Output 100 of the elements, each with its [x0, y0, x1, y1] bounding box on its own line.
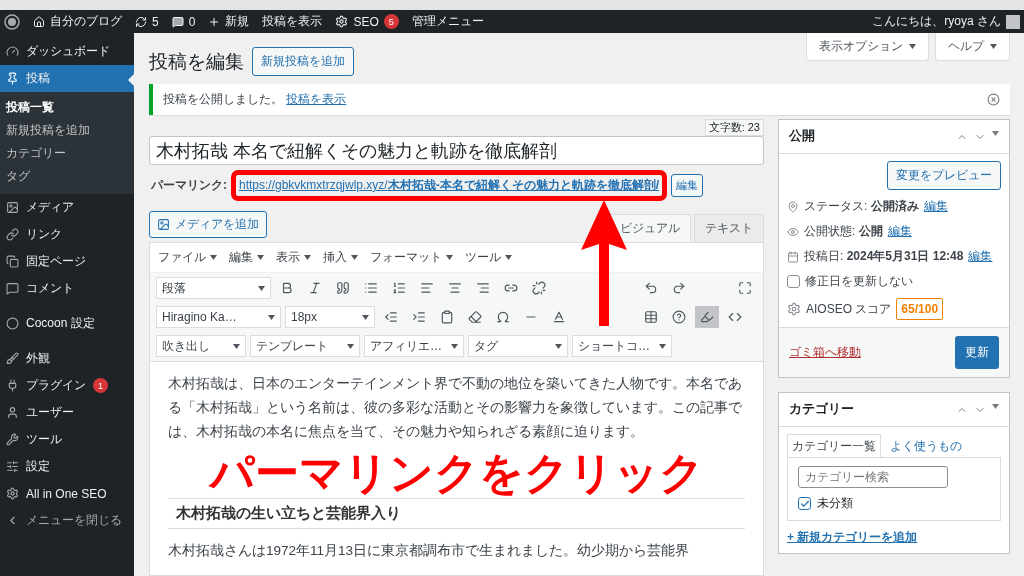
- caret-icon: [992, 403, 999, 409]
- collapse-menu-button[interactable]: メニューを閉じる: [0, 507, 134, 534]
- sliders-icon: [6, 460, 19, 473]
- caret-icon: [451, 343, 458, 349]
- menu-item[interactable]: フォーマット: [370, 249, 453, 266]
- seo-score-badge: 65/100: [896, 298, 944, 320]
- sidebar-item[interactable]: Cocoon 設定: [0, 310, 134, 337]
- home-icon: [33, 15, 45, 28]
- format-dropdown[interactable]: 吹き出し: [156, 335, 246, 357]
- media-icon: [6, 201, 19, 214]
- meta-text: ステータス: 公開済み: [804, 198, 919, 215]
- calendar-icon: [787, 250, 799, 263]
- refresh-icon: [135, 15, 147, 28]
- checkbox-label: 未分類: [817, 495, 853, 512]
- submenu-item[interactable]: タグ: [0, 165, 134, 188]
- view-post-link[interactable]: 投稿を表示: [262, 13, 323, 30]
- annotation-text: パーマリンクをクリック: [209, 448, 704, 498]
- word-count: 文字数: 23: [704, 119, 764, 136]
- preview-button[interactable]: 変更をプレビュー: [887, 161, 1001, 190]
- caret-icon: [909, 44, 916, 49]
- title-field[interactable]: 木村拓哉 本名で紐解くその魅力と軌跡を徹底解剖: [149, 136, 764, 165]
- sidebar-item[interactable]: 設定: [0, 453, 134, 480]
- caret-icon: [990, 44, 997, 49]
- site-link[interactable]: 自分のブログ: [33, 13, 122, 30]
- menu-item[interactable]: ファイル: [158, 249, 217, 266]
- sidebar-item[interactable]: メディア: [0, 194, 134, 221]
- format-dropdown[interactable]: テンプレート: [250, 335, 360, 357]
- gear-icon: [787, 302, 801, 316]
- format-dropdown[interactable]: アフィリエ…: [364, 335, 464, 357]
- sidebar-item[interactable]: リンク: [0, 221, 134, 248]
- caret-icon: [555, 343, 562, 349]
- format-dropdown[interactable]: タグ: [468, 335, 568, 357]
- menu-item[interactable]: 挿入: [323, 249, 358, 266]
- eye-icon: [787, 225, 799, 238]
- menu-item[interactable]: ツール: [465, 249, 512, 266]
- sidebar-item[interactable]: ユーザー: [0, 399, 134, 426]
- edit-link[interactable]: 編集: [923, 198, 948, 215]
- pin-icon: [787, 200, 799, 213]
- add-category-link[interactable]: + 新規カテゴリーを追加: [787, 529, 1001, 546]
- trash-link[interactable]: ゴミ箱へ移動: [789, 344, 861, 361]
- updates-link[interactable]: 5: [135, 14, 159, 29]
- format-dropdown[interactable]: 18px: [285, 306, 375, 328]
- caret-icon: [268, 314, 275, 320]
- greeting-link[interactable]: こんにちは、ryoya さん: [872, 13, 1020, 30]
- add-new-post-button[interactable]: 新規投稿を追加: [252, 47, 354, 76]
- new-link[interactable]: 新規: [208, 13, 250, 30]
- edit-link[interactable]: 編集: [887, 223, 912, 240]
- gear-icon: [335, 15, 349, 28]
- menu-item[interactable]: 表示: [276, 249, 311, 266]
- avatar-icon: [1006, 14, 1020, 29]
- caret-icon: [351, 255, 358, 260]
- help-tab[interactable]: ヘルプ: [935, 33, 1010, 61]
- comments-link[interactable]: 0: [171, 14, 196, 29]
- edit-permalink-button[interactable]: 編集: [671, 174, 704, 197]
- view-post-link[interactable]: 投稿を表示: [286, 92, 347, 106]
- editor-tab[interactable]: ビジュアル: [609, 214, 691, 242]
- submenu-item[interactable]: 新規投稿を追加: [0, 119, 134, 142]
- caret-icon: [257, 255, 264, 260]
- notification-badge: 5: [383, 14, 399, 29]
- wrench-icon: [6, 433, 19, 446]
- category-tab[interactable]: よく使うもの: [885, 434, 967, 458]
- screen-options-tab[interactable]: 表示オプション: [806, 33, 929, 61]
- sidebar-item[interactable]: All in One SEO: [0, 480, 134, 507]
- pin-icon: [6, 72, 19, 85]
- seo-link[interactable]: SEO 5: [335, 14, 399, 29]
- heading: 木村拓哉の生い立ちと芸能界入り: [168, 498, 745, 529]
- checkbox[interactable]: [787, 275, 800, 288]
- submenu-item[interactable]: カテゴリー: [0, 142, 134, 165]
- seo-score-label: AIOSEO スコア: [806, 300, 892, 318]
- user-icon: [6, 406, 19, 419]
- checkbox[interactable]: [798, 497, 811, 510]
- sidebar-item[interactable]: 固定ページ: [0, 248, 134, 275]
- admin-menu-link[interactable]: 管理メニュー: [411, 13, 484, 30]
- editor-tab[interactable]: テキスト: [694, 214, 764, 242]
- box-title: 公開: [789, 128, 815, 145]
- sidebar-item[interactable]: 投稿: [0, 65, 134, 92]
- sidebar-item[interactable]: ダッシュボード: [0, 38, 134, 65]
- notice-text: 投稿を公開しました。: [163, 92, 283, 106]
- category-search-field[interactable]: カテゴリー検索: [798, 466, 948, 488]
- highlight-icon[interactable]: [695, 306, 719, 328]
- caret-icon: [347, 343, 354, 349]
- update-button[interactable]: 更新: [955, 336, 999, 369]
- edit-link[interactable]: 編集: [968, 248, 993, 265]
- format-dropdown[interactable]: Hiragino Ka…: [156, 306, 281, 328]
- menu-item[interactable]: 編集: [229, 249, 264, 266]
- sidebar-item[interactable]: 外観: [0, 345, 134, 372]
- sidebar-item[interactable]: コメント: [0, 275, 134, 302]
- dismiss-icon[interactable]: [987, 93, 1000, 106]
- submenu-item[interactable]: 投稿一覧: [0, 96, 134, 119]
- format-dropdown[interactable]: 段落: [156, 277, 271, 299]
- sidebar-item[interactable]: プラグイン 1: [0, 372, 134, 399]
- category-tab[interactable]: カテゴリー一覧: [787, 434, 881, 458]
- caret-icon: [446, 255, 453, 260]
- check-icon: [799, 498, 810, 509]
- sidebar-item[interactable]: ツール: [0, 426, 134, 453]
- permalink-link[interactable]: https://gbkvkmxtrzqjwlp.xyz/木村拓哉-本名で紐解くその魅力と軌跡を徹底解剖/: [239, 177, 660, 194]
- caret-icon: [992, 130, 999, 136]
- format-dropdown[interactable]: ショートコ…: [572, 335, 672, 357]
- add-media-button[interactable]: メディアを追加: [149, 211, 267, 238]
- brush-icon: [6, 352, 19, 365]
